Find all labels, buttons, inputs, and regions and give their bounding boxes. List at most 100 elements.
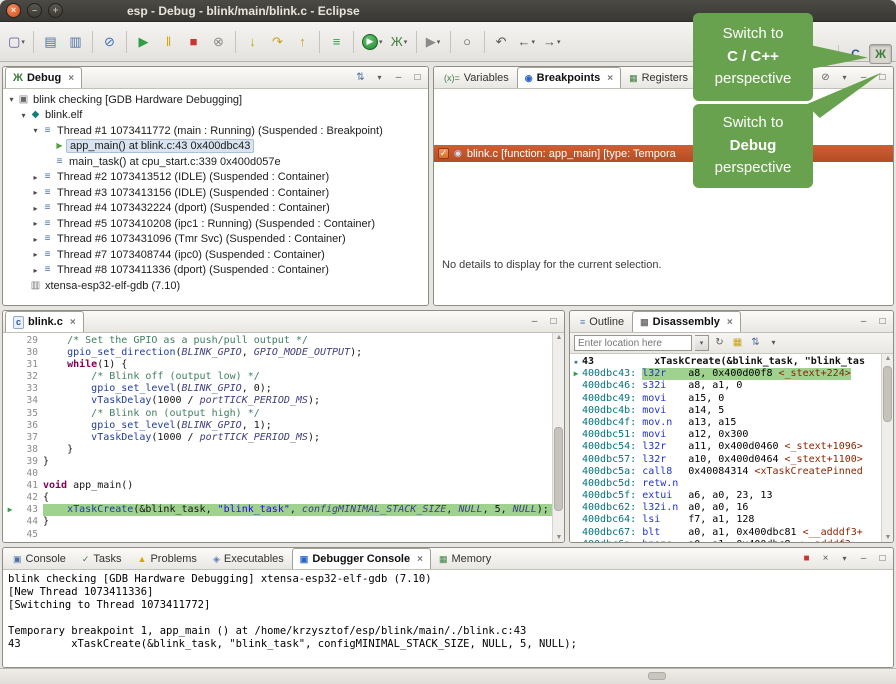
minimize-view-icon[interactable]: – — [856, 551, 871, 566]
close-icon[interactable]: × — [727, 317, 733, 328]
tab-variables[interactable]: (x)=Variables — [436, 67, 517, 88]
tree-item[interactable]: ▸≡Thread #2 1073413512 (IDLE) (Suspended… — [3, 170, 428, 186]
external-tools-button[interactable]: ▶▾ — [422, 30, 445, 54]
resume-button[interactable]: ▶ — [132, 30, 155, 54]
tree-item[interactable]: ▾≡Thread #1 1073411772 (main : Running) … — [3, 123, 428, 139]
disassembly-line[interactable]: 400dbc67:blta0, a1, 0x400dbc81 <__adddf3… — [570, 527, 881, 539]
close-icon[interactable]: × — [68, 73, 74, 84]
tab-console[interactable]: ▣Console — [5, 548, 74, 569]
scrollbar-thumb[interactable] — [883, 366, 892, 422]
twistie-icon[interactable]: ▾ — [6, 95, 17, 104]
code-line[interactable]: 40 — [3, 468, 552, 480]
scroll-down-icon[interactable]: ▼ — [882, 534, 894, 541]
disassembly-line[interactable]: 400dbc5d:retw.n — [570, 478, 881, 490]
tree-item[interactable]: ▶app_main() at blink.c:43 0x400dbc43 — [3, 139, 428, 155]
code-line[interactable]: 29 /* Set the GPIO as a push/pull output… — [3, 335, 552, 347]
disassembly-line[interactable]: 400dbc4b:movia14, 5 — [570, 405, 881, 417]
maximize-view-icon[interactable]: □ — [546, 314, 561, 329]
code-line[interactable]: 32 /* Blink off (output low) */ — [3, 371, 552, 383]
window-maximize-button[interactable]: + — [48, 3, 63, 18]
twistie-icon[interactable]: ▾ — [30, 126, 41, 135]
code-line[interactable]: 41void app_main() — [3, 480, 552, 492]
disassembly-line[interactable]: 400dbc64:lsif7, a1, 128 — [570, 514, 881, 526]
disassembly-line[interactable]: 400dbc62:l32i.na0, a0, 16 — [570, 502, 881, 514]
view-menu-icon[interactable]: ▾ — [837, 70, 852, 85]
close-icon[interactable]: × — [417, 554, 423, 565]
disassembly-line[interactable]: 400dbc6a:bnonea0, a1, 0x400dbc8 <__adddf… — [570, 539, 881, 542]
code-line[interactable]: 44} — [3, 516, 552, 528]
line-number[interactable]: 37 — [17, 432, 43, 444]
line-number[interactable]: 35 — [17, 408, 43, 420]
twistie-icon[interactable]: ▸ — [30, 266, 41, 275]
terminate-icon[interactable]: ■ — [799, 551, 814, 566]
tree-item[interactable]: ▸≡Thread #5 1073410208 (ipc1 : Running) … — [3, 216, 428, 232]
twistie-icon[interactable]: ▸ — [30, 235, 41, 244]
save-button[interactable]: ▤ — [39, 30, 62, 54]
disassembly-line[interactable]: 400dbc46:s32ia8, a1, 0 — [570, 380, 881, 392]
view-toolbar-icon[interactable]: ⇅ — [353, 70, 368, 85]
line-number[interactable]: 41 — [17, 480, 43, 492]
code-line[interactable]: ▶43 xTaskCreate(&blink_task, "blink_task… — [3, 504, 552, 516]
line-number[interactable]: 38 — [17, 444, 43, 456]
code-line[interactable]: 38 } — [3, 444, 552, 456]
tab-registers[interactable]: ▦Registers — [621, 67, 696, 88]
code-line[interactable]: 35 /* Blink on (output high) */ — [3, 408, 552, 420]
disassembly-line[interactable]: 400dbc51:movia12, 0x300 — [570, 429, 881, 441]
tab-tasks[interactable]: ✓Tasks — [74, 548, 130, 569]
skip-all-breakpoints-icon[interactable]: ⊘ — [818, 70, 833, 85]
skip-all-breakpoints-button[interactable]: ⊘ — [98, 30, 121, 54]
code-line[interactable]: 34 vTaskDelay(1000 / portTICK_PERIOD_MS)… — [3, 395, 552, 407]
scroll-up-icon[interactable]: ▲ — [553, 334, 565, 341]
instruction-stepping-button[interactable]: ≡ — [325, 30, 348, 54]
twistie-icon[interactable]: ▸ — [30, 204, 41, 213]
code-line[interactable]: 45 — [3, 529, 552, 541]
last-edit-location-button[interactable]: ↶ — [490, 30, 513, 54]
forward-button[interactable]: →▾ — [540, 30, 564, 54]
window-minimize-button[interactable]: – — [27, 3, 42, 18]
link-with-editor-icon[interactable]: ⇅ — [748, 336, 763, 351]
tree-item[interactable]: ▾▣blink checking [GDB Hardware Debugging… — [3, 92, 428, 108]
tree-item[interactable]: ▸≡Thread #3 1073413156 (IDLE) (Suspended… — [3, 185, 428, 201]
view-menu-icon[interactable]: ▾ — [372, 70, 387, 85]
scroll-down-icon[interactable]: ▼ — [553, 534, 565, 541]
tree-item[interactable]: ▥xtensa-esp32-elf-gdb (7.10) — [3, 278, 428, 294]
location-dropdown-icon[interactable]: ▾ — [695, 335, 709, 351]
line-number[interactable]: 40 — [17, 468, 43, 480]
disassembly-line[interactable]: 400dbc57:l32ra10, 0x400d0464 <_stext+110… — [570, 454, 881, 466]
step-return-button[interactable]: ↑ — [291, 30, 314, 54]
code-line[interactable]: 30 gpio_set_direction(BLINK_GPIO, GPIO_M… — [3, 347, 552, 359]
tab-debug[interactable]: Ж Debug × — [5, 67, 82, 88]
twistie-icon[interactable]: ▸ — [30, 219, 41, 228]
twistie-icon[interactable]: ▸ — [30, 250, 41, 259]
view-menu-icon[interactable]: ▾ — [837, 551, 852, 566]
line-number[interactable]: 29 — [17, 335, 43, 347]
maximize-view-icon[interactable]: □ — [875, 551, 890, 566]
window-close-button[interactable]: × — [6, 3, 21, 18]
code-line[interactable]: 31 while(1) { — [3, 359, 552, 371]
minimize-view-icon[interactable]: – — [856, 314, 871, 329]
line-number[interactable]: 39 — [17, 456, 43, 468]
twistie-icon[interactable]: ▾ — [18, 111, 29, 120]
tab-blink-c[interactable]: c blink.c × — [5, 311, 84, 332]
tab-disassembly[interactable]: ▦Disassembly× — [632, 311, 741, 332]
line-number[interactable]: 32 — [17, 371, 43, 383]
debug-button[interactable]: Ж▾ — [388, 30, 411, 54]
back-button[interactable]: ←▾ — [515, 30, 539, 54]
code-line[interactable]: 36 gpio_set_level(BLINK_GPIO, 1); — [3, 420, 552, 432]
disassembly-line[interactable]: 400dbc49:movia15, 0 — [570, 393, 881, 405]
disassembly-line[interactable]: 400dbc4f:mov.na13, a15 — [570, 417, 881, 429]
tree-item[interactable]: ▸≡Thread #8 1073411336 (dport) (Suspende… — [3, 263, 428, 279]
tab-outline[interactable]: ≡Outline — [572, 311, 632, 332]
code-line[interactable]: 37 vTaskDelay(1000 / portTICK_PERIOD_MS)… — [3, 432, 552, 444]
line-number[interactable]: 34 — [17, 395, 43, 407]
suspend-button[interactable]: ‖ — [157, 30, 180, 54]
line-number[interactable]: 42 — [17, 492, 43, 504]
line-number[interactable]: 33 — [17, 383, 43, 395]
scroll-up-icon[interactable]: ▲ — [882, 355, 894, 362]
code-line[interactable]: 33 gpio_set_level(BLINK_GPIO, 0); — [3, 383, 552, 395]
line-number[interactable]: 31 — [17, 359, 43, 371]
minimize-view-icon[interactable]: – — [527, 314, 542, 329]
sash-handle[interactable] — [648, 672, 666, 680]
tree-item[interactable]: ▸≡Thread #7 1073408744 (ipc0) (Suspended… — [3, 247, 428, 263]
run-button[interactable]: ▶▾ — [359, 30, 386, 54]
